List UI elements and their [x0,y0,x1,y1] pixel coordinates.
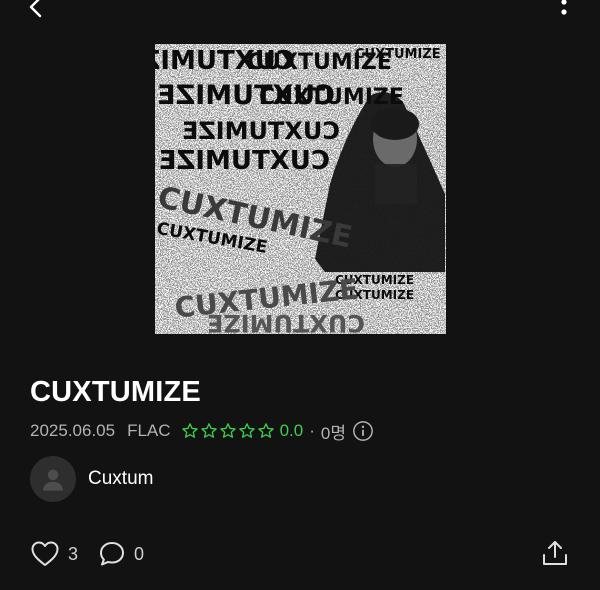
heart-icon [31,541,59,566]
album-cover: CUXTUMIZE CUXTUMIZE CUXTUMIZE CUXTUMIZE … [155,44,446,334]
more-options-button[interactable] [552,0,576,24]
star-outline-icon [181,423,198,438]
release-date: 2025.06.05 [30,421,116,440]
star-outline-icon [238,423,255,438]
cover-lettering: CUXTUMIZE [207,309,365,334]
rating-count: 0명 [320,423,346,443]
cover-lettering: CUXTUMIZE [259,85,404,110]
like-button[interactable]: 3 [30,540,78,568]
audio-format: FLAC [127,421,171,440]
person-icon [43,469,63,491]
avatar [30,456,76,502]
like-count: 3 [68,543,79,564]
star-outline-icon [257,423,274,438]
cover-lettering: CUXTUMIZE [182,117,340,145]
star-rating[interactable] [181,422,276,440]
share-icon [543,541,567,565]
rating-info-button[interactable] [352,420,374,442]
rating-value: 0.0 [279,421,304,440]
star-outline-icon [219,423,236,438]
artist-link[interactable]: Cuxtum [30,456,153,502]
album-title: CUXTUMIZE [30,376,201,408]
top-bar [0,0,600,30]
actions-row: 3 0 [30,538,164,570]
artist-name: Cuxtum [88,468,154,489]
cover-lettering: CUXTUMIZE [159,146,330,176]
more-vertical-icon [561,0,567,15]
comment-icon [100,542,125,566]
info-icon [353,421,373,441]
star-outline-icon [200,423,217,438]
separator-dot: · [309,421,315,440]
back-button[interactable] [22,0,52,22]
album-meta: 2025.06.05 FLAC 0.0 · 0명 [30,419,374,443]
chevron-left-icon [29,0,42,18]
comment-button[interactable]: 0 [98,540,144,568]
cover-lettering: CUXTUMIZE [355,47,441,62]
share-button[interactable] [540,538,570,568]
comment-count: 0 [134,543,145,564]
